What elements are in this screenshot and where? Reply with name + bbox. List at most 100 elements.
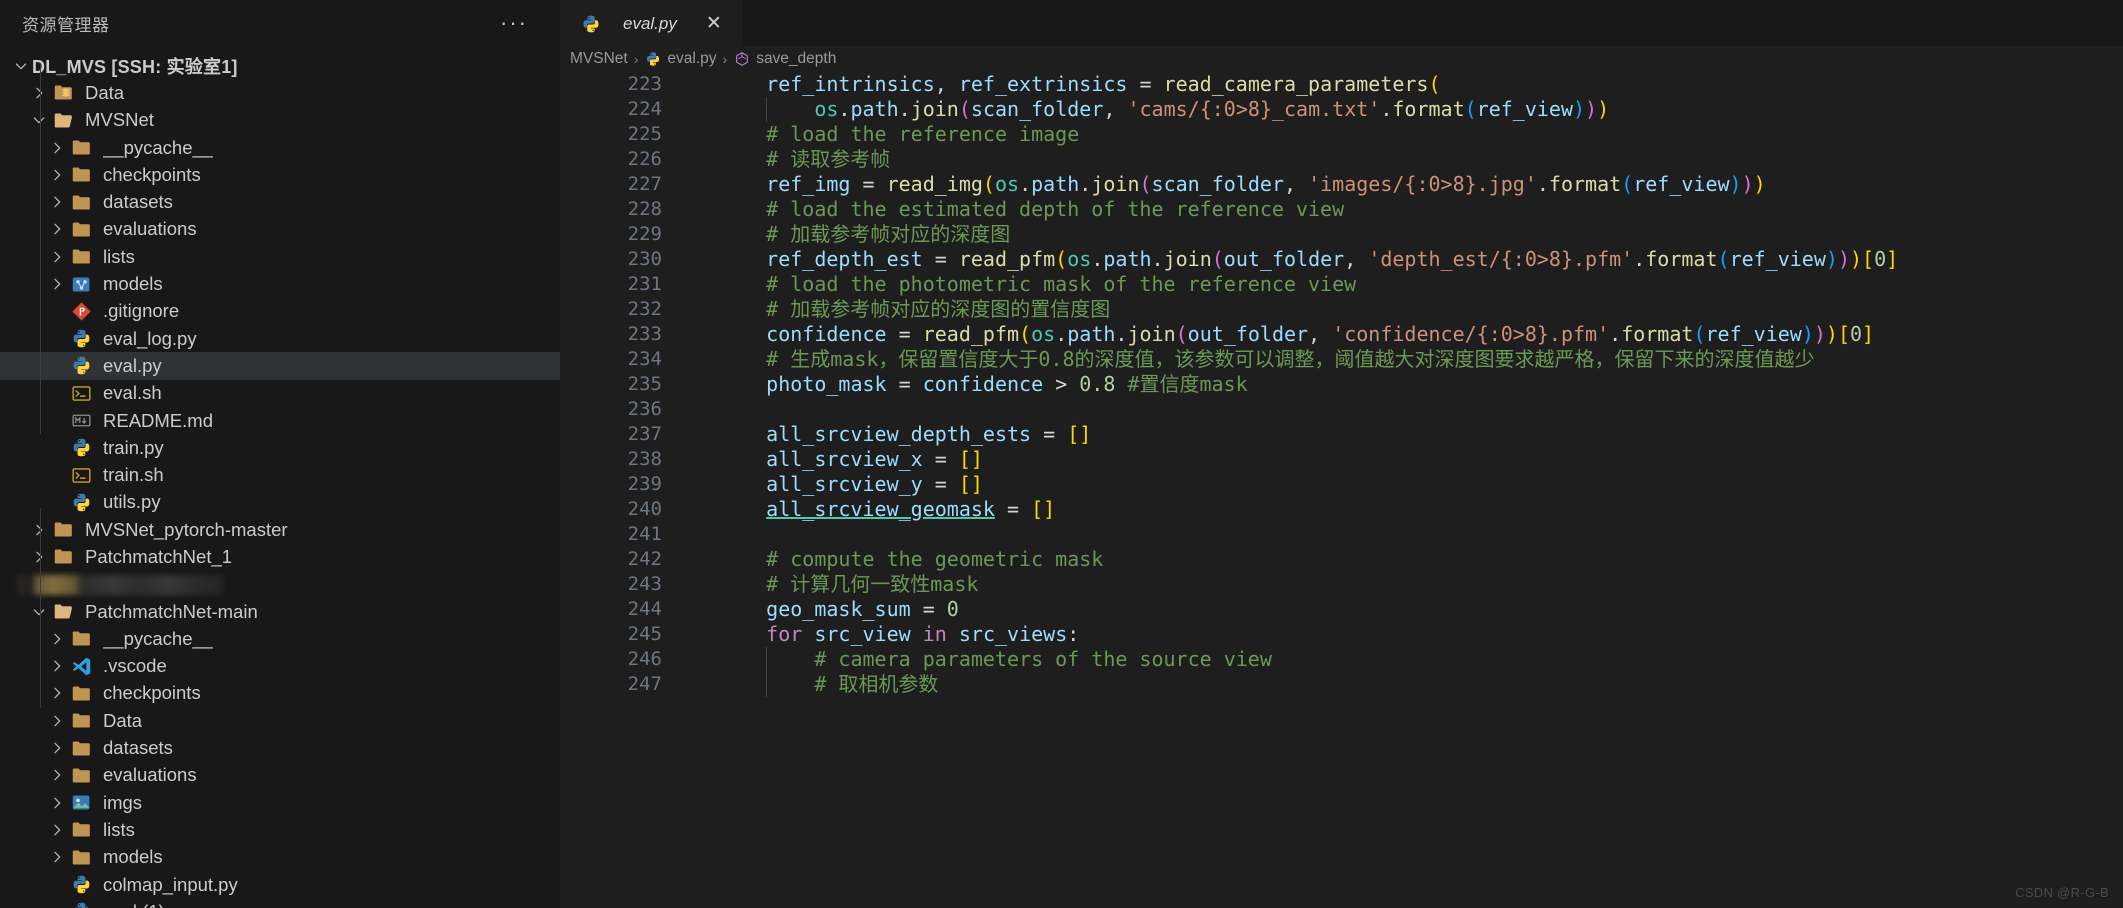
fold-gutter[interactable] [680, 72, 718, 908]
tree-item-data[interactable]: Data [0, 79, 560, 106]
chevron-right-icon[interactable] [46, 249, 68, 265]
tree-item-pycache[interactable]: __pycache__ [0, 625, 560, 652]
tree-item-patchmatchnet-main[interactable]: PatchmatchNet-main [0, 598, 560, 625]
chevron-right-icon[interactable] [46, 740, 68, 756]
tab-eval-py[interactable]: eval.py ✕ [560, 0, 743, 46]
line-number: 228 [627, 198, 662, 220]
tree-item-colmap-input-py[interactable]: colmap_input.py [0, 871, 560, 898]
tree-item-pycache[interactable]: __pycache__ [0, 134, 560, 161]
code-editor[interactable]: 223 224 225 226 227 228 229 230 231 232 233 234 235 2… [560, 72, 2123, 908]
chevron-right-icon[interactable] [46, 194, 68, 210]
tree-item-label: colmap_input.py [103, 873, 238, 895]
code-line[interactable]: geo_mask_sum = 0 [718, 597, 2123, 622]
tree-item-imgs[interactable]: imgs [0, 789, 560, 816]
tree-item-lists[interactable]: lists [0, 816, 560, 843]
chevron-down-icon[interactable] [28, 112, 50, 128]
code-line[interactable]: # 计算几何一致性mask [718, 572, 2123, 597]
chevron-right-icon[interactable] [46, 167, 68, 183]
code-line[interactable]: # 生成mask，保留置信度大于0.8的深度值，该参数可以调整，阈值越大对深度图… [718, 347, 2123, 372]
tree-item-readme-md[interactable]: README.md [0, 407, 560, 434]
code-line[interactable]: all_srcview_geomask = [] [718, 497, 2123, 522]
tree-item-datasets[interactable]: datasets [0, 734, 560, 761]
code-line[interactable]: os.path.join(scan_folder, 'cams/{:0>8}_c… [718, 97, 2123, 122]
tree-item-train-sh[interactable]: train.sh [0, 461, 560, 488]
tree-item-utils-py[interactable]: utils.py [0, 489, 560, 516]
code-line[interactable]: all_srcview_x = [] [718, 447, 2123, 472]
code-token: ref_img [766, 172, 851, 196]
tree-item-models[interactable]: models [0, 844, 560, 871]
tree-item-lists[interactable]: lists [0, 243, 560, 270]
code-line[interactable]: # 取相机参数 [718, 672, 2123, 697]
tree-item-dl-mvs-ssh-1[interactable]: DL_MVS [SSH: 实验室1] [0, 52, 560, 79]
chevron-right-icon[interactable] [46, 767, 68, 783]
chevron-right-icon[interactable] [46, 795, 68, 811]
breadcrumb[interactable]: MVSNet › eval.py › save_depth [560, 46, 2123, 72]
tree-item-label: models [103, 273, 163, 295]
tree-item-checkpoints[interactable]: checkpoints [0, 680, 560, 707]
chevron-right-icon[interactable] [28, 85, 50, 101]
code-token: ( [982, 172, 995, 196]
tree-item-evaluations[interactable]: evaluations [0, 216, 560, 243]
chevron-right-icon[interactable] [46, 658, 68, 674]
code-line[interactable]: # 加载参考帧对应的深度图 [718, 222, 2123, 247]
code-line[interactable]: # load the photometric mask of the refer… [718, 272, 2123, 297]
code-line[interactable]: # 读取参考帧 [718, 147, 2123, 172]
code-line[interactable]: # load the reference image [718, 122, 2123, 147]
tree-item-train-py[interactable]: train.py [0, 434, 560, 461]
code-line[interactable]: # 加载参考帧对应的深度图的置信度图 [718, 297, 2123, 322]
code-line[interactable]: confidence = read_pfm(os.path.join(out_f… [718, 322, 2123, 347]
chevron-right-icon[interactable] [46, 822, 68, 838]
breadcrumb-item-mvsnet[interactable]: MVSNet [566, 50, 632, 68]
tree-item-gitignore[interactable]: .gitignore [0, 298, 560, 325]
tree-item-mvsnet[interactable]: MVSNet [0, 107, 560, 134]
breadcrumb-separator: › [722, 51, 728, 67]
code-line[interactable]: # load the estimated depth of the refere… [718, 197, 2123, 222]
code-token: 'cams/{:0>8}_cam.txt' [1127, 97, 1381, 121]
chevron-right-icon[interactable] [46, 140, 68, 156]
tree-item-data[interactable]: Data [0, 707, 560, 734]
tree-item-models[interactable]: models [0, 270, 560, 297]
code-line[interactable]: for src_view in src_views: [718, 622, 2123, 647]
tree-item-patchmatchnet-1[interactable]: PatchmatchNet_1 [0, 543, 560, 570]
file-tree[interactable]: DL_MVS [SSH: 实验室1] Data MVSNet __pycache__ c… [0, 46, 560, 908]
code-content[interactable]: ref_intrinsics, ref_extrinsics = read_ca… [718, 72, 2123, 908]
tree-item-datasets[interactable]: datasets [0, 188, 560, 215]
chevron-right-icon[interactable] [46, 631, 68, 647]
chevron-down-icon[interactable] [28, 604, 50, 620]
python-icon [68, 901, 94, 908]
tree-item-eval-1-py[interactable]: eval (1).py [0, 898, 560, 908]
code-line[interactable]: ref_intrinsics, ref_extrinsics = read_ca… [718, 72, 2123, 97]
tree-item-label: .gitignore [103, 300, 180, 322]
chevron-right-icon[interactable] [46, 849, 68, 865]
code-token: ] [1886, 247, 1899, 271]
code-line[interactable]: ref_depth_est = read_pfm(os.path.join(ou… [718, 247, 2123, 272]
breadcrumb-item-save-depth[interactable]: save_depth [729, 50, 840, 68]
chevron-right-icon[interactable] [46, 221, 68, 237]
code-line[interactable]: all_srcview_depth_ests = [] [718, 422, 2123, 447]
tree-item-mvsnet-pytorch-master[interactable]: MVSNet_pytorch-master [0, 516, 560, 543]
code-line[interactable] [718, 397, 2123, 422]
code-line[interactable]: all_srcview_y = [] [718, 472, 2123, 497]
tree-item-evaluations[interactable]: evaluations [0, 762, 560, 789]
tree-item-eval-py[interactable]: eval.py [0, 352, 560, 380]
chevron-down-icon[interactable] [10, 58, 32, 74]
chevron-right-icon[interactable] [28, 522, 50, 538]
code-line[interactable]: # compute the geometric mask [718, 547, 2123, 572]
chevron-right-icon[interactable] [28, 549, 50, 565]
code-line[interactable]: photo_mask = confidence > 0.8 #置信度mask [718, 372, 2123, 397]
tree-item-checkpoints[interactable]: checkpoints [0, 161, 560, 188]
code-token: path [1031, 172, 1080, 196]
more-actions-icon[interactable]: ··· [486, 12, 542, 34]
chevron-right-icon[interactable] [46, 713, 68, 729]
code-line[interactable]: ref_img = read_img(os.path.join(scan_fol… [718, 172, 2123, 197]
code-line[interactable]: # camera parameters of the source view [718, 647, 2123, 672]
tree-item-vscode[interactable]: .vscode [0, 653, 560, 680]
breadcrumb-item-eval-py[interactable]: eval.py [640, 50, 720, 68]
close-icon[interactable]: ✕ [701, 11, 727, 37]
tree-item-redacted[interactable] [0, 571, 560, 598]
tree-item-eval-sh[interactable]: eval.sh [0, 380, 560, 407]
code-line[interactable] [718, 522, 2123, 547]
chevron-right-icon[interactable] [46, 276, 68, 292]
chevron-right-icon[interactable] [46, 685, 68, 701]
tree-item-eval-log-py[interactable]: eval_log.py [0, 325, 560, 352]
